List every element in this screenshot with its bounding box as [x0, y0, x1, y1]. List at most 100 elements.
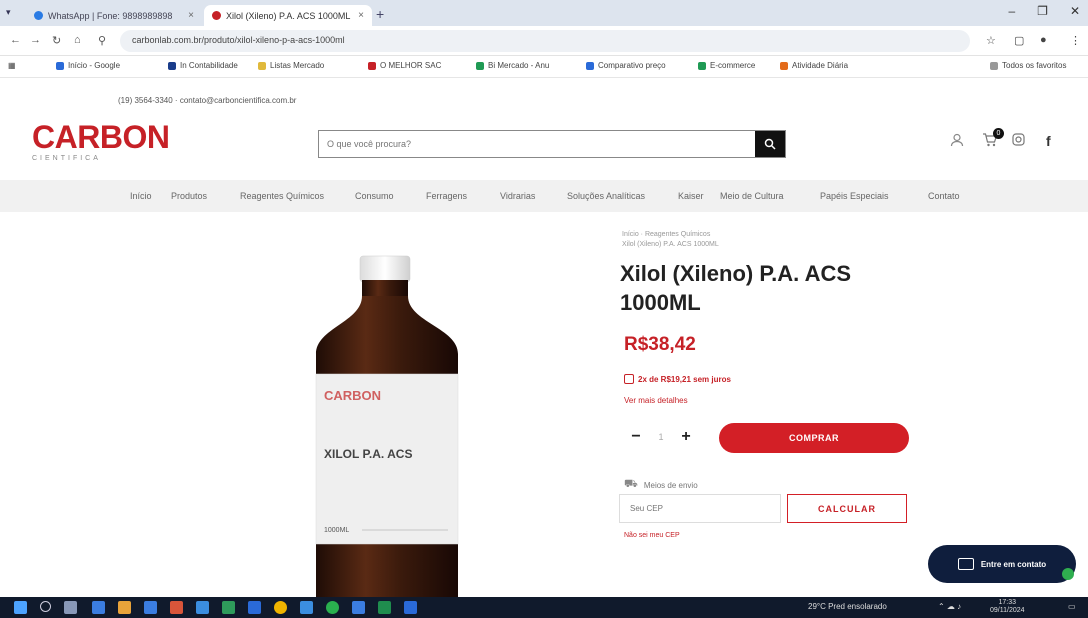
- bookmark-item[interactable]: Listas Mercado: [258, 61, 324, 70]
- bookmark-item[interactable]: E-commerce: [698, 61, 755, 70]
- nav-item[interactable]: Meio de Cultura: [720, 191, 784, 201]
- nav-item[interactable]: Início: [130, 191, 152, 201]
- online-status-icon: [1062, 568, 1074, 580]
- bookmark-label: Listas Mercado: [270, 61, 325, 70]
- all-bookmarks[interactable]: Todos os favoritos: [990, 61, 1066, 70]
- shipping-label: Meios de envio: [643, 480, 698, 490]
- cep-input[interactable]: [619, 494, 781, 523]
- search-button[interactable]: [755, 131, 785, 157]
- contact-chat-button[interactable]: Entre em contato: [928, 545, 1076, 583]
- logo-name: CARBON: [32, 119, 170, 155]
- weather-widget[interactable]: 29°C Pred ensolarado: [808, 602, 887, 611]
- forward-icon[interactable]: →: [30, 34, 41, 46]
- clock-date: 09/11/2024: [990, 607, 1025, 614]
- app-icon[interactable]: [92, 601, 105, 614]
- user-icon[interactable]: [950, 133, 964, 150]
- nav-item[interactable]: Produtos: [171, 191, 207, 201]
- app-icon[interactable]: [170, 601, 183, 614]
- extensions-icon[interactable]: ▢: [1014, 34, 1024, 47]
- maximize-icon[interactable]: ❐: [1037, 4, 1048, 18]
- bookmark-item[interactable]: Início - Google: [56, 61, 120, 70]
- bookmark-item[interactable]: O MELHOR SAC: [368, 61, 441, 70]
- nav-item[interactable]: Papéis Especiais: [820, 191, 889, 201]
- clock[interactable]: 17:33 09/11/2024: [990, 599, 1025, 615]
- excel-icon[interactable]: [378, 601, 391, 614]
- search-input[interactable]: [319, 131, 755, 157]
- app-icon[interactable]: [352, 601, 365, 614]
- close-tab-icon[interactable]: ×: [358, 10, 364, 21]
- bookmark-item[interactable]: Bi Mercado - Anu: [476, 61, 549, 70]
- start-icon[interactable]: [14, 601, 27, 614]
- minimize-icon[interactable]: –: [1008, 4, 1015, 18]
- app-icon[interactable]: [300, 601, 313, 614]
- search-icon[interactable]: [40, 601, 51, 612]
- tab-search-icon[interactable]: ▾: [6, 7, 11, 18]
- tab-product[interactable]: Xilol (Xileno) P.A. ACS 1000ML ×: [204, 5, 372, 26]
- browser-window: ▾ WhatsApp | Fone: 9898989898 × Xilol (X…: [0, 0, 1088, 618]
- tab-whatsapp[interactable]: WhatsApp | Fone: 9898989898 ×: [26, 5, 202, 26]
- quantity-stepper: − 1 +: [626, 427, 696, 447]
- tab-favicon-icon: [212, 11, 221, 20]
- credit-card-icon: [624, 374, 634, 384]
- bookmark-label: E-commerce: [710, 61, 756, 70]
- nav-item[interactable]: Consumo: [355, 191, 394, 201]
- calculate-shipping-button[interactable]: CALCULAR: [787, 494, 907, 523]
- site-logo[interactable]: CARBON CIENTIFICA: [32, 119, 170, 162]
- bookmark-item[interactable]: In Contabilidade: [168, 61, 238, 70]
- increase-qty-button[interactable]: +: [676, 428, 696, 446]
- nav-item[interactable]: Vidrarias: [500, 191, 535, 201]
- decrease-qty-button[interactable]: −: [626, 428, 646, 446]
- bookmark-item[interactable]: Comparativo preço: [586, 61, 666, 70]
- url-field[interactable]: carbonlab.com.br/produto/xilol-xileno-p-…: [120, 30, 970, 52]
- buy-button[interactable]: COMPRAR: [719, 423, 909, 453]
- back-icon[interactable]: ←: [10, 34, 21, 46]
- no-cep-link[interactable]: Não sei meu CEP: [624, 532, 680, 539]
- nav-item[interactable]: Contato: [928, 191, 960, 201]
- apps-icon[interactable]: ▦: [8, 61, 16, 70]
- bookmark-item[interactable]: Atividade Diária: [780, 61, 848, 70]
- quantity-value[interactable]: 1: [646, 432, 676, 442]
- bookmarks-bar: ▦ Início - Google In Contabilidade Lista…: [0, 56, 1088, 78]
- system-tray-icons[interactable]: ⌃ ☁ ♪: [938, 602, 961, 611]
- reload-icon[interactable]: ↻: [52, 34, 61, 47]
- logo-tagline: CIENTIFICA: [32, 155, 101, 162]
- home-icon[interactable]: ⌂: [74, 34, 81, 46]
- app-icon[interactable]: [196, 601, 209, 614]
- app-icon[interactable]: [404, 601, 417, 614]
- truck-icon: ⛟: [624, 478, 638, 490]
- product-image: CARBON XILOL P.A. ACS 1000ML: [315, 255, 459, 600]
- profile-icon[interactable]: ●: [1040, 34, 1047, 46]
- nav-item[interactable]: Soluções Analíticas: [567, 191, 645, 201]
- menu-icon[interactable]: ⋮: [1070, 34, 1081, 47]
- bookmark-label: O MELHOR SAC: [380, 61, 442, 70]
- app-icon[interactable]: [144, 601, 157, 614]
- tab-title: WhatsApp | Fone: 9898989898: [48, 10, 173, 21]
- chrome-icon[interactable]: [274, 601, 287, 614]
- instagram-icon[interactable]: [1012, 133, 1025, 149]
- window-controls: – ❐ ✕: [1008, 4, 1080, 18]
- breadcrumb: Início · Reagentes Químicos Xilol (Xilen…: [622, 230, 719, 250]
- nav-item[interactable]: Ferragens: [426, 191, 467, 201]
- new-tab-icon[interactable]: +: [376, 6, 384, 22]
- facebook-icon[interactable]: f: [1046, 133, 1051, 149]
- nav-item[interactable]: Kaiser: [678, 191, 704, 201]
- contact-chat-label: Entre em contato: [980, 559, 1047, 569]
- site-top-strip: (19) 3564-3340 · contato@carboncientific…: [0, 78, 1088, 118]
- tab-title: Xilol (Xileno) P.A. ACS 1000ML: [226, 10, 351, 21]
- nav-item[interactable]: Reagentes Químicos: [240, 191, 324, 201]
- close-tab-icon[interactable]: ×: [188, 10, 194, 21]
- app-icon[interactable]: [248, 601, 261, 614]
- breadcrumb-path[interactable]: Início · Reagentes Químicos: [622, 230, 719, 240]
- more-details-link[interactable]: Ver mais detalhes: [624, 396, 688, 405]
- site-info-icon[interactable]: ⚲: [98, 34, 106, 47]
- search-icon: [764, 138, 776, 150]
- app-icon[interactable]: [222, 601, 235, 614]
- file-explorer-icon[interactable]: [118, 601, 131, 614]
- bookmark-star-icon[interactable]: ☆: [986, 34, 996, 47]
- label-text: XILOL P.A. ACS: [324, 447, 412, 461]
- task-view-icon[interactable]: [64, 601, 77, 614]
- whatsapp-icon[interactable]: [326, 601, 339, 614]
- installments-text: 2x de R$19,21 sem juros: [638, 374, 731, 384]
- notifications-icon[interactable]: ▭: [1068, 602, 1076, 611]
- close-window-icon[interactable]: ✕: [1070, 4, 1080, 18]
